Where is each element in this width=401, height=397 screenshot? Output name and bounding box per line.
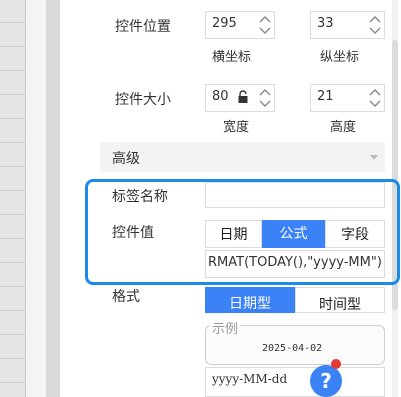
- row-divider: [0, 166, 25, 167]
- y-stepper-icon[interactable]: [368, 14, 382, 36]
- position-label: 控件位置: [115, 19, 171, 35]
- question-icon: ?: [320, 369, 332, 393]
- row-divider: [0, 382, 25, 383]
- help-button[interactable]: ?: [310, 365, 342, 397]
- row-divider: [0, 22, 25, 23]
- row-divider: [0, 286, 25, 287]
- scrollbar-thumb[interactable]: [392, 40, 398, 310]
- control-value-label: 控件值: [112, 225, 154, 241]
- format-pattern-input[interactable]: yyyy-MM-dd: [205, 367, 385, 397]
- height-caption: 高度: [330, 120, 357, 135]
- size-label: 控件大小: [115, 92, 171, 108]
- height-value: 21: [317, 89, 334, 104]
- notification-dot: [331, 359, 341, 369]
- row-divider: [0, 70, 25, 71]
- row-divider: [0, 214, 25, 215]
- y-caption: 纵坐标: [320, 50, 360, 65]
- row-divider: [0, 118, 25, 119]
- row-divider: [0, 262, 25, 263]
- panel-gutter: [26, 0, 46, 397]
- tag-name-input[interactable]: [205, 182, 385, 208]
- tab-field[interactable]: 字段: [325, 220, 385, 248]
- row-divider: [0, 190, 25, 191]
- example-legend: 示例: [210, 318, 241, 337]
- x-caption: 横坐标: [212, 50, 252, 65]
- row-divider: [0, 46, 25, 47]
- formula-input[interactable]: RMAT(TODAY(),"yyyy-MM"): [205, 250, 385, 278]
- row-divider: [0, 358, 25, 359]
- format-pattern-value: yyyy-MM-dd: [212, 372, 288, 386]
- x-stepper-icon[interactable]: [258, 14, 272, 36]
- lock-icon[interactable]: [237, 90, 249, 104]
- advanced-label: 高级: [112, 151, 140, 167]
- row-divider: [0, 238, 25, 239]
- width-value: 80: [212, 89, 229, 104]
- example-value: 2025-04-02: [262, 343, 323, 354]
- y-coordinate-value: 33: [317, 16, 334, 31]
- width-stepper-icon[interactable]: [258, 87, 272, 109]
- advanced-section-header[interactable]: 高级: [100, 142, 385, 172]
- chevron-down-icon[interactable]: [370, 155, 378, 160]
- x-coordinate-value: 295: [212, 16, 237, 31]
- tab-date[interactable]: 日期: [205, 220, 262, 248]
- time-type-button[interactable]: 时间型: [295, 287, 385, 313]
- tab-formula[interactable]: 公式: [262, 220, 325, 248]
- tag-name-label: 标签名称: [112, 189, 168, 205]
- row-divider: [0, 334, 25, 335]
- row-divider: [0, 142, 25, 143]
- panel-gutter-dark: [46, 0, 60, 397]
- height-stepper-icon[interactable]: [368, 87, 382, 109]
- format-label: 格式: [112, 289, 140, 305]
- row-divider: [0, 310, 25, 311]
- date-type-button[interactable]: 日期型: [205, 287, 295, 313]
- formula-value: RMAT(TODAY(),"yyyy-MM"): [208, 255, 382, 270]
- row-divider: [0, 94, 25, 95]
- width-caption: 宽度: [223, 120, 250, 135]
